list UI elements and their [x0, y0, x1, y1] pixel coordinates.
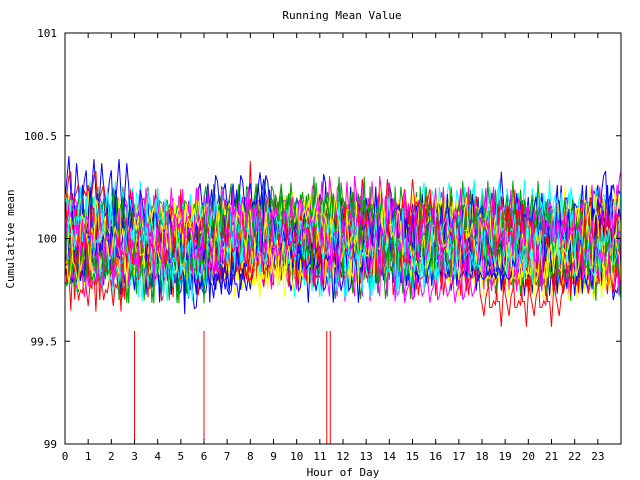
x-tick-label: 12 [336, 450, 349, 463]
x-tick-label: 22 [568, 450, 581, 463]
x-tick-label: 20 [522, 450, 535, 463]
x-tick-label: 15 [406, 450, 419, 463]
chart: Running Mean Value 0 1 2 3 4 5 6 7 8 9 10 11 12 13 14 1… [4, 9, 622, 479]
x-tick-label: 9 [270, 450, 277, 463]
x-tick-label: 1 [85, 450, 92, 463]
y-tick-label: 100.5 [24, 130, 57, 143]
chart-title: Running Mean Value [282, 9, 401, 22]
x-tick-label: 7 [224, 450, 231, 463]
x-tick-label: 13 [360, 450, 373, 463]
x-tick-label: 18 [475, 450, 488, 463]
y-tick-label: 99 [44, 438, 57, 451]
x-tick-label: 3 [131, 450, 138, 463]
x-tick-label: 6 [201, 450, 208, 463]
y-tick-label: 101 [37, 27, 57, 40]
x-tick-label: 5 [178, 450, 185, 463]
x-tick-label: 23 [591, 450, 604, 463]
x-tick-label: 10 [290, 450, 303, 463]
plot-area [65, 156, 621, 444]
x-tick-label: 14 [383, 450, 397, 463]
y-tick-label: 99.5 [31, 335, 58, 348]
y-tick-label: 100 [37, 233, 57, 246]
x-tick-label: 11 [313, 450, 326, 463]
x-tick-label: 2 [108, 450, 115, 463]
x-tick-label: 4 [154, 450, 161, 463]
x-tick-label: 19 [499, 450, 512, 463]
x-tick-label: 0 [62, 450, 69, 463]
y-axis-label: Cumulative mean [4, 189, 17, 288]
x-tick-label: 16 [429, 450, 442, 463]
x-axis-label: Hour of Day [307, 466, 380, 479]
x-tick-label: 8 [247, 450, 254, 463]
x-tick-label: 17 [452, 450, 465, 463]
x-tick-label: 21 [545, 450, 558, 463]
